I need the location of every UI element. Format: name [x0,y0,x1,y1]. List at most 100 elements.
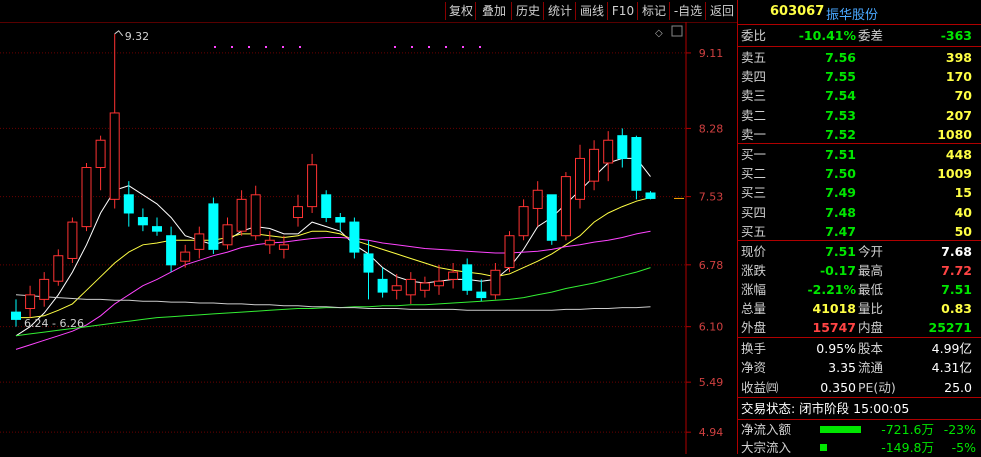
toolbar-button-3[interactable]: 统计 [543,2,576,20]
candle-body-down [476,291,487,299]
toolbar-button-1[interactable]: 叠加 [475,2,512,20]
ask-price: 7.52 [825,126,856,142]
flow-percent: -23% [943,422,976,437]
fundamental-value: 4.31亿 [931,360,972,376]
signal-dot [394,46,396,48]
fundamental-label: 收益㈣ [741,379,779,395]
ask-label: 卖五 [741,50,767,65]
stat-label: 总量 [741,301,767,316]
signal-dot [265,46,267,48]
candle-body-up [448,271,459,280]
ask-volume: 398 [945,50,972,65]
flow-value: -149.8万 [881,440,934,455]
ask-volume: 170 [945,69,972,85]
fundamental-label: 换手 [741,341,767,356]
high-price-label: 9.32 [125,30,150,43]
flow-bar [820,426,861,433]
stat-value: 25271 [928,320,973,335]
ask-price: 7.54 [825,88,856,104]
toolbar-button-7[interactable]: -自选 [669,2,706,20]
fundamental-label: 净资 [741,360,767,376]
flow-row: 净流入额 -721.6万 -23% [738,420,981,439]
candle-body-down [377,278,388,293]
candle-body-up [419,282,430,291]
candle-body-up [307,164,318,208]
bid-label: 买五 [741,223,767,239]
candle-body-down [546,194,557,241]
bid-price: 7.49 [825,185,856,201]
bid-label: 买一 [741,147,767,162]
kline-chart[interactable]: 9.11 8.28 7.53 6.78 6.10 5.49 4.94 9.32 6.24 - … [0,22,737,454]
fundamental-label: PE(动) [858,379,896,395]
ma-line [15,267,651,337]
price-label: 6.78 [699,259,724,272]
signal-dot [248,46,250,48]
signal-dot [479,46,481,48]
ask-label: 卖四 [741,69,767,85]
bid-price: 7.48 [825,204,856,220]
bid-price: 7.50 [825,166,856,182]
ask-row: 卖四 7.55 170 [738,67,981,86]
ask-label: 卖二 [741,107,767,123]
candle-body-up [504,235,515,269]
toolbar-button-2[interactable]: 历史 [511,2,544,20]
toolbar-button-0[interactable]: 复权 [445,2,476,20]
fundamental-value: 0.95% [816,341,856,356]
price-label: 9.11 [699,47,724,60]
ask-label: 卖一 [741,126,767,142]
toolbar-button-5[interactable]: F10 [607,2,638,20]
stat-value: 0.83 [941,301,972,316]
bid-label: 买三 [741,185,767,201]
stock-name[interactable]: 振华股份 [826,4,878,23]
bid-label: 买二 [741,166,767,182]
price-label: 7.53 [699,191,724,204]
fundamental-value: 3.35 [828,360,856,376]
candle-body-up [39,278,50,300]
candle-body-up [250,194,261,237]
candle-body-down [208,203,219,250]
candle-body-down [137,217,148,226]
stat-row: 涨跌 -0.17 最高 7.72 [738,261,981,280]
toolbar-button-8[interactable]: 返回 [705,2,738,20]
flow-row: 大宗流入 -149.8万 -5% [738,438,981,457]
ask-price: 7.56 [825,50,856,65]
candle-body-down [335,217,346,223]
bid-row: 买三 7.49 15 [738,183,981,202]
signal-dot [428,46,430,48]
stat-row: 外盘 15747 内盘 25271 [738,318,981,337]
ask-price: 7.55 [825,69,856,85]
stat-label: 现价 [741,244,767,259]
bid-row: 买二 7.50 1009 [738,164,981,183]
bid-volume: 50 [954,223,972,239]
chart-toolbar: 复权 叠加 历史 统计 画线 F10 标记 -自选 返回 [0,0,737,22]
bid-volume: 40 [954,204,972,220]
candle-body-up [589,148,600,182]
fundamental-row: 收益㈣ 0.350 PE(动) 25.0 [738,378,981,397]
stat-label: 最高 [858,263,884,278]
fundamental-value: 4.99亿 [931,341,972,356]
bid-row: 买五 7.47 50 [738,222,981,241]
diamond-marker-icon: ◇ [655,28,663,39]
fundamental-row: 净资 3.35 流通 4.31亿 [738,358,981,377]
candle-body-down [462,264,473,291]
weicha-value: -363 [940,28,972,43]
candlestick-series [11,33,656,327]
signal-dot [231,46,233,48]
candle-body-up [560,176,571,237]
ma-line [15,230,651,350]
price-label: 5.49 [699,376,724,389]
candle-body-down [166,235,177,266]
candle-body-down [363,253,374,273]
ask-label: 卖三 [741,88,767,104]
toolbar-button-6[interactable]: 标记 [637,2,670,20]
stat-value: 41018 [812,301,857,316]
candle-body-up [180,251,191,262]
candle-body-up [95,139,106,169]
ask-row: 卖五 7.56 398 [738,48,981,67]
stat-row: 现价 7.51 今开 7.68 [738,242,981,261]
toolbar-button-4[interactable]: 画线 [575,2,608,20]
candle-body-up [490,269,501,296]
stat-label: 外盘 [741,320,767,335]
bid-volume: 15 [954,185,972,201]
ask-row: 卖二 7.53 207 [738,106,981,125]
